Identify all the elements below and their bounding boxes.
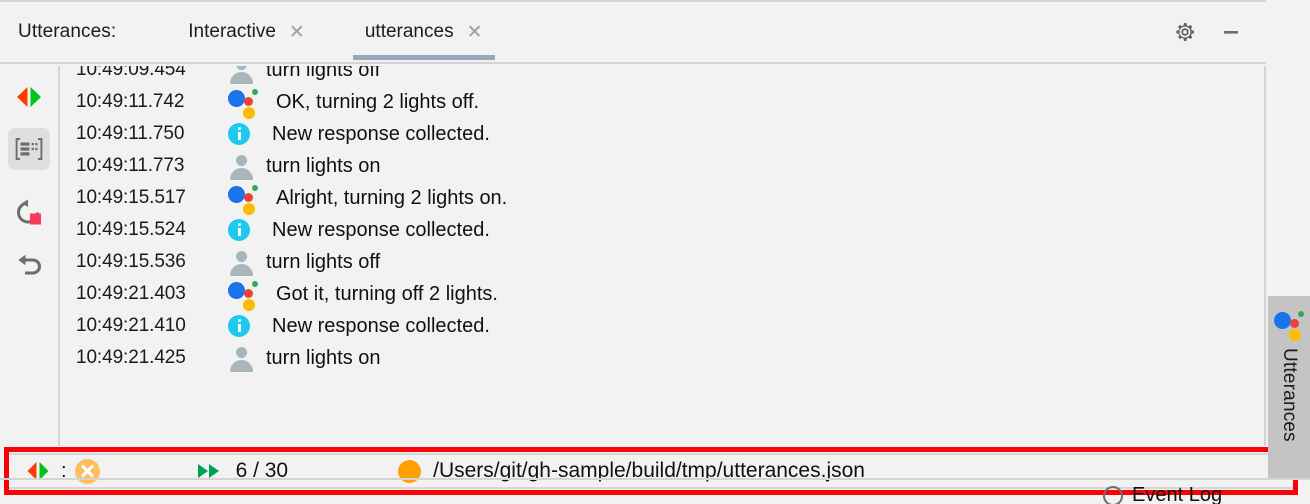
log-row-message: turn lights on [266, 154, 381, 177]
settings-gear-button[interactable] [1172, 19, 1198, 45]
bottom-separator [0, 478, 1310, 480]
toolbar-compare-button[interactable] [8, 76, 50, 118]
info-icon [228, 118, 262, 150]
log-row[interactable]: 10:49:15.517 Alright, turning 2 lights on… [60, 182, 1264, 215]
toolbar-rerun-button[interactable] [8, 192, 50, 234]
utterances-tool-window: Utterances: Interactive ✕ utterances ✕ 1… [0, 0, 1310, 504]
utterance-log-list: 10:49:09.454 turn lights off 10:49:11.742 O… [60, 66, 1264, 374]
log-row-message: OK, turning 2 lights off. [276, 90, 480, 113]
tab-utterances-label: utterances [364, 21, 454, 42]
tool-window-header: Utterances: Interactive ✕ utterances ✕ [0, 0, 1266, 64]
log-row-timestamp: 10:49:21.425 [76, 347, 186, 368]
info-icon [228, 310, 262, 342]
log-row[interactable]: 10:49:21.403 Got it, turning off 2 lights… [60, 278, 1264, 311]
log-row-message: Got it, turning off 2 lights. [276, 282, 498, 305]
tab-utterances-close-icon[interactable]: ✕ [467, 23, 483, 42]
minimize-icon [1224, 31, 1238, 34]
log-row[interactable]: 10:49:09.454 turn lights off [60, 66, 1264, 86]
log-row-timestamp: 10:49:15.517 [76, 187, 186, 208]
log-row-timestamp: 10:49:11.750 [76, 123, 185, 144]
log-row[interactable]: 10:49:21.425 turn lights on [60, 342, 1264, 374]
tab-interactive-label: Interactive [188, 21, 276, 42]
tab-interactive[interactable]: Interactive ✕ [176, 1, 317, 63]
log-row-timestamp: 10:49:15.536 [76, 251, 186, 272]
info-icon [228, 214, 262, 246]
tab-interactive-close-icon[interactable]: ✕ [289, 23, 305, 42]
log-row-message: New response collected. [272, 314, 490, 337]
rerun-stop-icon [17, 199, 41, 225]
log-row-message: turn lights off [266, 250, 381, 273]
log-row[interactable]: 10:49:15.536 turn lights off [60, 246, 1264, 278]
hide-panel-button[interactable] [1218, 19, 1244, 45]
tool-window-label: Utterances: [18, 21, 117, 42]
toolbar-revert-button[interactable] [8, 244, 50, 286]
toolbar-show-diff-button[interactable] [8, 128, 50, 170]
event-log-button[interactable]: Event Log [1103, 484, 1222, 504]
undo-arrow-icon [18, 254, 41, 275]
log-row-timestamp: 10:49:21.403 [76, 283, 186, 304]
person-icon [228, 246, 262, 278]
log-row-timestamp: 10:49:11.773 [76, 155, 185, 176]
tab-utterances[interactable]: utterances ✕ [352, 1, 495, 63]
log-row-timestamp: 10:49:11.742 [76, 91, 185, 112]
circle-icon [1103, 485, 1123, 504]
log-row-message: turn lights on [266, 346, 381, 369]
event-log-label: Event Log [1132, 484, 1223, 504]
person-icon [228, 342, 262, 374]
assistant-icon [228, 278, 262, 311]
log-row-timestamp: 10:49:15.524 [76, 219, 186, 240]
assistant-icon [228, 86, 262, 119]
log-row-message: turn lights off [266, 66, 381, 81]
person-icon [228, 66, 262, 86]
gear-icon [1176, 23, 1194, 41]
log-row[interactable]: 10:49:11.773 turn lights on [60, 150, 1264, 182]
right-tab-utterances[interactable]: Utterances [1268, 296, 1310, 479]
left-toolbar [0, 66, 58, 444]
log-row-message: Alright, turning 2 lights on. [276, 186, 508, 209]
log-row-message: New response collected. [272, 122, 490, 145]
log-row-message: New response collected. [272, 218, 490, 241]
log-row-timestamp: 10:49:09.454 [76, 66, 186, 80]
log-row-timestamp: 10:49:21.410 [76, 315, 186, 336]
assistant-icon [1274, 310, 1304, 341]
log-row[interactable]: 10:49:21.410 New response collected. [60, 310, 1264, 342]
header-actions [1172, 19, 1266, 45]
list-layout-icon [15, 138, 43, 160]
log-row[interactable]: 10:49:15.524 New response collected. [60, 214, 1264, 246]
right-tab-utterances-label: Utterances [1279, 348, 1300, 442]
log-row[interactable]: 10:49:11.750 New response collected. [60, 118, 1264, 150]
assistant-icon [228, 182, 262, 215]
right-tool-strip: Utterances [1268, 0, 1310, 479]
utterance-log-panel[interactable]: 10:49:09.454 turn lights off 10:49:11.742 O… [58, 66, 1266, 446]
log-row[interactable]: 10:49:11.742 OK, turning 2 lights off. [60, 86, 1264, 119]
person-icon [228, 150, 262, 182]
left-right-arrows-icon [17, 87, 41, 107]
